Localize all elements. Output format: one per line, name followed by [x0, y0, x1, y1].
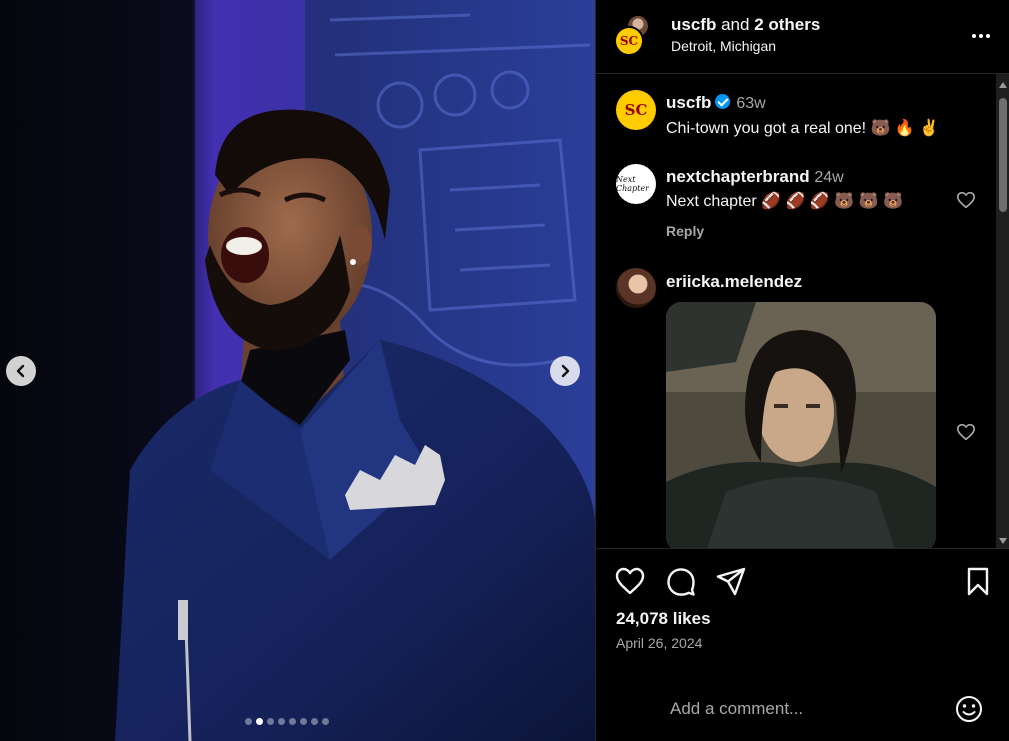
gif-picture — [666, 302, 936, 548]
caption-username[interactable]: uscfb — [666, 93, 711, 112]
comment-text: Next chapter 🏈 🏈 🏈 🐻 🐻 🐻 — [666, 193, 903, 210]
caption-timestamp[interactable]: 63w — [736, 95, 765, 112]
collab-avatars[interactable]: SC — [614, 14, 654, 58]
reply-button[interactable]: Reply — [666, 223, 704, 239]
carousel-dot — [267, 718, 274, 725]
post-authors: uscfb and 2 others — [671, 15, 820, 35]
carousel-dot — [256, 718, 263, 725]
carousel-dot — [289, 718, 296, 725]
comment-composer — [596, 670, 1009, 741]
more-options-icon — [972, 34, 976, 38]
chevron-right-icon — [561, 364, 570, 378]
carousel-dot — [300, 718, 307, 725]
carousel-dot — [311, 718, 318, 725]
carousel-dot — [245, 718, 252, 725]
post-photo — [0, 0, 595, 741]
caption-avatar[interactable]: SC — [616, 90, 656, 130]
comment-header: nextchapterbrand 24w — [666, 167, 844, 187]
post-date[interactable]: April 26, 2024 — [616, 635, 702, 651]
previous-slide-button[interactable] — [6, 356, 36, 386]
post-actions: 24,078 likes April 26, 2024 — [596, 550, 1009, 670]
carousel-dot — [322, 718, 329, 725]
others-link[interactable]: 2 others — [754, 15, 820, 34]
more-options-button[interactable] — [968, 26, 994, 46]
uscfb-avatar: SC — [614, 26, 644, 56]
comment-like-heart-icon[interactable] — [956, 191, 976, 209]
commenter-avatar[interactable]: Next Chapter — [616, 164, 656, 204]
comment-like-heart-icon[interactable] — [956, 423, 976, 441]
like-count[interactable]: 24,078 likes — [616, 609, 711, 629]
next-slide-button[interactable] — [550, 356, 580, 386]
comment-gif-image[interactable] — [666, 302, 936, 548]
share-icon[interactable] — [715, 566, 747, 596]
author-username[interactable]: uscfb — [671, 15, 716, 34]
emoji-icon[interactable] — [954, 694, 984, 724]
chevron-left-icon — [16, 364, 25, 378]
scroll-up-icon[interactable] — [999, 82, 1007, 88]
post-details-panel: SC uscfb and 2 others Detroit, Michigan … — [595, 0, 1009, 741]
add-comment-input[interactable] — [670, 696, 940, 722]
caption-header: uscfb 63w — [666, 93, 766, 113]
post-location[interactable]: Detroit, Michigan — [671, 38, 776, 54]
comments-section[interactable]: SC uscfb 63w Chi-town you got a real one!… — [596, 74, 1009, 549]
caption-text: Chi-town you got a real one! 🐻 🔥 ✌️ — [666, 120, 940, 137]
scroll-down-icon[interactable] — [999, 538, 1007, 544]
comment-icon[interactable] — [665, 566, 697, 596]
commenter-username[interactable]: eriicka.melendez — [666, 272, 802, 292]
post-media[interactable] — [0, 0, 595, 741]
heart-icon[interactable] — [614, 566, 646, 596]
authors-conjunction: and — [721, 15, 750, 34]
carousel-indicator — [245, 718, 329, 725]
verified-badge-icon — [715, 94, 731, 109]
bookmark-icon[interactable] — [962, 566, 994, 596]
post-header: SC uscfb and 2 others Detroit, Michigan — [596, 0, 1009, 74]
carousel-dot — [278, 718, 285, 725]
comments-scrollbar[interactable] — [996, 74, 1009, 548]
commenter-username[interactable]: nextchapterbrand — [666, 167, 810, 186]
scrollbar-thumb[interactable] — [999, 98, 1007, 212]
comment-timestamp[interactable]: 24w — [814, 169, 843, 186]
commenter-avatar[interactable] — [616, 268, 656, 308]
